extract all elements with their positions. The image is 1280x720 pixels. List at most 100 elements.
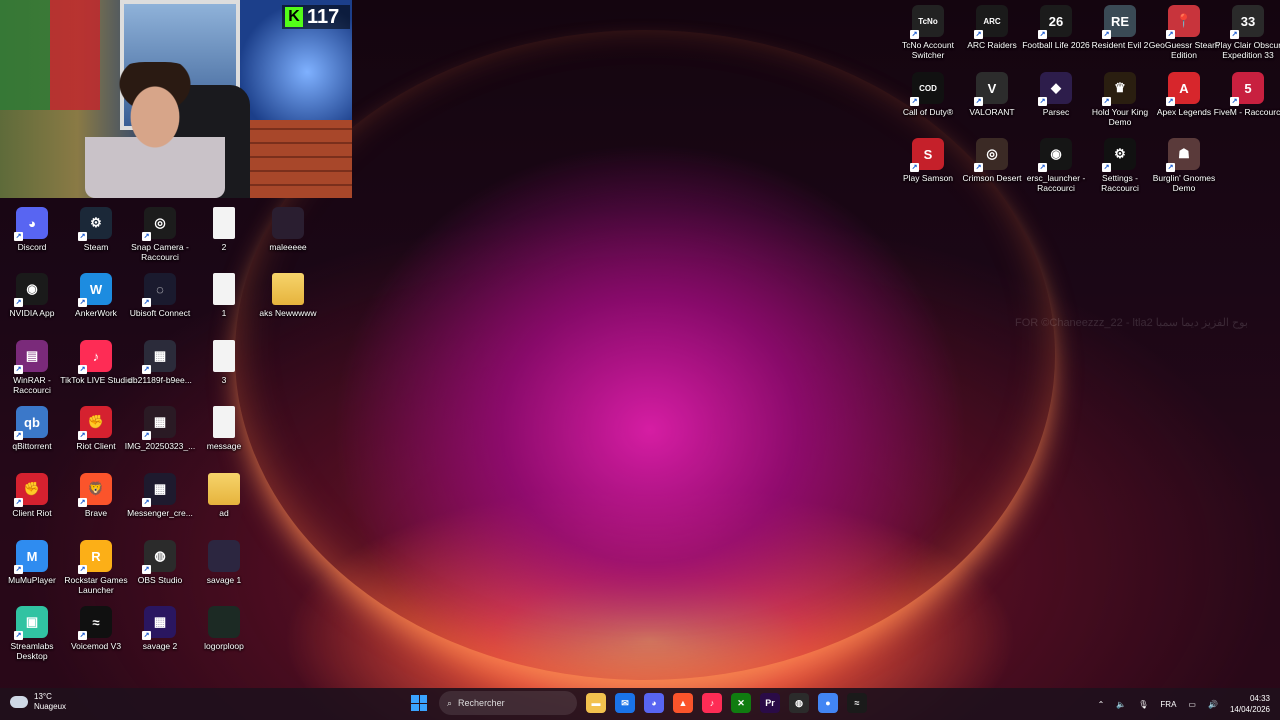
- desktop-icon[interactable]: ◎ ↗ Crimson Desert: [960, 138, 1024, 183]
- desktop-icon[interactable]: ▣ ↗ Streamlabs Desktop: [0, 606, 64, 661]
- desktop-icon[interactable]: ad: [192, 473, 256, 518]
- image-file-icon: [208, 540, 240, 572]
- speaker-icon[interactable]: 🔈: [1116, 700, 1126, 709]
- outlook-icon[interactable]: ✉: [615, 693, 635, 713]
- language-indicator[interactable]: FRA: [1160, 700, 1176, 709]
- desktop-icon[interactable]: maleeeee: [256, 207, 320, 252]
- desktop-icon[interactable]: ◌ ↗ Ubisoft Connect: [128, 273, 192, 318]
- shortcut-arrow-icon: ↗: [78, 365, 87, 374]
- shortcut-arrow-icon: ↗: [78, 565, 87, 574]
- desktop-icon[interactable]: 3: [192, 340, 256, 385]
- shortcut-arrow-icon: ↗: [974, 163, 983, 172]
- desktop-icon[interactable]: message: [192, 406, 256, 451]
- microphone-icon[interactable]: 🎙: [1138, 700, 1148, 709]
- shortcut-arrow-icon: ↗: [1038, 97, 1047, 106]
- desktop-icon-label: Rockstar Games Launcher: [64, 575, 128, 595]
- weather-widget[interactable]: 13°C Nuageux: [10, 692, 66, 712]
- desktop-icon[interactable]: 2: [192, 207, 256, 252]
- desktop-icon[interactable]: aks Newwwww: [256, 273, 320, 318]
- desktop-icon[interactable]: M ↗ MuMuPlayer: [0, 540, 64, 585]
- desktop-icon-label: Play Clair Obscur Expedition 33: [1214, 40, 1280, 60]
- desktop-icon[interactable]: ⚙ ↗ Steam: [64, 207, 128, 252]
- desktop-icon[interactable]: ♛ ↗ Hold Your King Demo: [1088, 72, 1152, 127]
- shortcut-arrow-icon: ↗: [1166, 163, 1175, 172]
- desktop-icon[interactable]: ◕ ↗ Discord: [0, 207, 64, 252]
- shortcut-arrow-icon: ↗: [974, 97, 983, 106]
- desktop-icon[interactable]: ▦ ↗ savage 2: [128, 606, 192, 651]
- desktop-icon[interactable]: 26 ↗ Football Life 2026: [1022, 5, 1090, 50]
- desktop-icon-label: NVIDIA App: [9, 308, 55, 318]
- text-file-icon: [213, 207, 235, 239]
- desktop-icon[interactable]: R ↗ Rockstar Games Launcher: [64, 540, 128, 595]
- desktop-icon-label: Burglin' Gnomes Demo: [1152, 173, 1216, 193]
- desktop-icon[interactable]: 5 ↗ FiveM - Raccourci: [1214, 72, 1280, 117]
- desktop-icon[interactable]: ▦ ↗ IMG_20250323_...: [125, 406, 195, 451]
- samson-icon: S ↗: [910, 138, 944, 172]
- shortcut-arrow-icon: ↗: [78, 232, 87, 241]
- shortcut-arrow-icon: ↗: [142, 631, 151, 640]
- desktop-icon[interactable]: RE ↗ Resident Evil 2: [1088, 5, 1152, 50]
- shortcut-arrow-icon: ↗: [1230, 97, 1239, 106]
- taskbar-search[interactable]: ⌕ Rechercher: [439, 691, 577, 715]
- desktop-icon[interactable]: 1: [192, 273, 256, 318]
- desktop-icon[interactable]: ◉ ↗ NVIDIA App: [0, 273, 64, 318]
- desktop-icon[interactable]: ▤ ↗ WinRAR - Raccourci: [0, 340, 64, 395]
- obs-taskbar-icon[interactable]: ◍: [789, 693, 809, 713]
- rockstar-icon: R ↗: [78, 540, 112, 574]
- snap-camera-icon: ◎ ↗: [142, 207, 176, 241]
- desktop-icon[interactable]: ▦ ↗ db21189f-b9ee...: [128, 340, 192, 385]
- streamer-person: [85, 62, 225, 198]
- brave-taskbar-icon[interactable]: ▲: [673, 693, 693, 713]
- file-explorer-icon[interactable]: ▬: [586, 693, 606, 713]
- desktop-icon-label: Play Samson: [902, 173, 954, 183]
- desktop-icon[interactable]: ≈ ↗ Voicemod V3: [64, 606, 128, 651]
- desktop-icon[interactable]: V ↗ VALORANT: [960, 72, 1024, 117]
- desktop-icon[interactable]: ⚙ ↗ Settings - Raccourci: [1088, 138, 1152, 193]
- chrome-icon[interactable]: ●: [818, 693, 838, 713]
- volume-icon[interactable]: 🔊: [1208, 700, 1218, 709]
- desktop-icon[interactable]: savage 1: [192, 540, 256, 585]
- desktop-icon[interactable]: ✊ ↗ Riot Client: [64, 406, 128, 451]
- desktop-icon[interactable]: 🦁 ↗ Brave: [64, 473, 128, 518]
- premiere-icon[interactable]: Pr: [760, 693, 780, 713]
- desktop-icon[interactable]: TcNo ↗ TcNo Account Switcher: [896, 5, 960, 60]
- fivem-icon: 5 ↗: [1230, 72, 1264, 106]
- desktop-icon[interactable]: S ↗ Play Samson: [896, 138, 960, 183]
- start-button[interactable]: [408, 692, 430, 714]
- desktop-icon-label: Apex Legends: [1156, 107, 1212, 117]
- desktop-icon[interactable]: ✊ ↗ Client Riot: [0, 473, 64, 518]
- desktop-icon-label: 2: [221, 242, 227, 252]
- clock[interactable]: 04:33 14/04/2026: [1230, 693, 1270, 715]
- desktop-icon[interactable]: ▦ ↗ Messenger_cre...: [127, 473, 193, 518]
- desktop-icon[interactable]: logorploop: [192, 606, 256, 651]
- desktop-icon[interactable]: ◍ ↗ OBS Studio: [128, 540, 192, 585]
- discord-taskbar-icon[interactable]: ◕: [644, 693, 664, 713]
- desktop-icon[interactable]: ☗ ↗ Burglin' Gnomes Demo: [1152, 138, 1216, 193]
- kick-viewer-badge: K 117: [282, 5, 350, 29]
- desktop-icon[interactable]: ARC ↗ ARC Raiders: [960, 5, 1024, 50]
- desktop-icon[interactable]: 📍 ↗ GeoGuessr Steam Edition: [1149, 5, 1219, 60]
- desktop-icon[interactable]: W ↗ AnkerWork: [64, 273, 128, 318]
- desktop-icon-label: Football Life 2026: [1022, 40, 1090, 50]
- desktop-icon[interactable]: ◎ ↗ Snap Camera - Raccourci: [128, 207, 192, 262]
- desktop-icon[interactable]: COD ↗ Call of Duty®: [896, 72, 960, 117]
- voicemod-taskbar-icon[interactable]: ≈: [847, 693, 867, 713]
- shortcut-arrow-icon: ↗: [14, 298, 23, 307]
- tiktok-taskbar-icon[interactable]: ♪: [702, 693, 722, 713]
- desktop-icon[interactable]: ♪ ↗ TikTok LIVE Studio: [60, 340, 132, 385]
- cloud-icon: [10, 696, 28, 708]
- desktop-icon[interactable]: ◆ ↗ Parsec: [1024, 72, 1088, 117]
- brave-icon: 🦁 ↗: [78, 473, 112, 507]
- xbox-icon[interactable]: ✕: [731, 693, 751, 713]
- desktop-icon-label: maleeeee: [269, 242, 307, 252]
- network-icon[interactable]: ▭: [1188, 700, 1196, 709]
- shortcut-arrow-icon: ↗: [974, 30, 983, 39]
- desktop-icon[interactable]: 33 ↗ Play Clair Obscur Expedition 33: [1215, 5, 1280, 60]
- desktop-icon[interactable]: qb ↗ qBittorrent: [0, 406, 64, 451]
- desktop-icon[interactable]: A ↗ Apex Legends: [1152, 72, 1216, 117]
- clair-obscur-icon: 33 ↗: [1230, 5, 1264, 39]
- overlay-watermark: FOR ©Chaneezzz_22 - ltla2 بوح الفزيز ديم…: [1015, 317, 1248, 329]
- chevron-up-icon[interactable]: ⌃: [1098, 700, 1105, 709]
- desktop-icon[interactable]: ◉ ↗ ersc_launcher - Raccourci: [1024, 138, 1088, 193]
- shortcut-arrow-icon: ↗: [1166, 30, 1175, 39]
